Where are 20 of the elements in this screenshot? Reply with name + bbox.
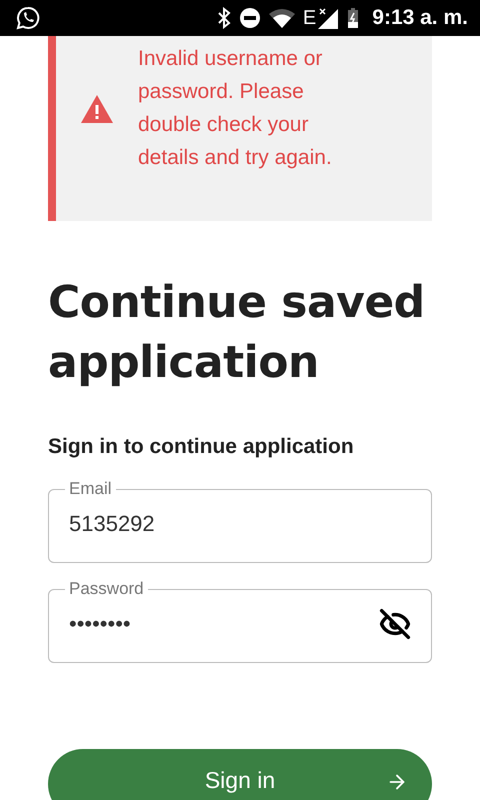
- network-type: E: [302, 6, 316, 30]
- password-field[interactable]: Password ••••••••: [48, 579, 432, 663]
- wifi-icon: [268, 8, 295, 28]
- bluetooth-icon: [216, 7, 231, 29]
- field-label: Email: [68, 479, 113, 499]
- battery-icon: [346, 7, 360, 29]
- email-input[interactable]: 5135292: [69, 510, 411, 536]
- hide-password-icon[interactable]: [379, 608, 411, 640]
- sign-in-button[interactable]: Sign in: [48, 749, 432, 800]
- do-not-disturb-icon: [238, 7, 261, 29]
- field-label: Password: [68, 579, 145, 599]
- section-subtitle: Sign in to continue application: [48, 435, 355, 459]
- email-field[interactable]: Email 5135292: [48, 479, 432, 563]
- clock: 9:13 a. m.: [372, 6, 468, 30]
- chat-icon: [16, 6, 40, 30]
- page-title: Continue saved application: [48, 276, 426, 390]
- password-input[interactable]: ••••••••: [69, 610, 379, 636]
- signal-icon: [318, 7, 338, 29]
- warning-icon: [80, 94, 114, 124]
- error-message: Invalid username or password. Please double check your details and try again.: [138, 46, 333, 171]
